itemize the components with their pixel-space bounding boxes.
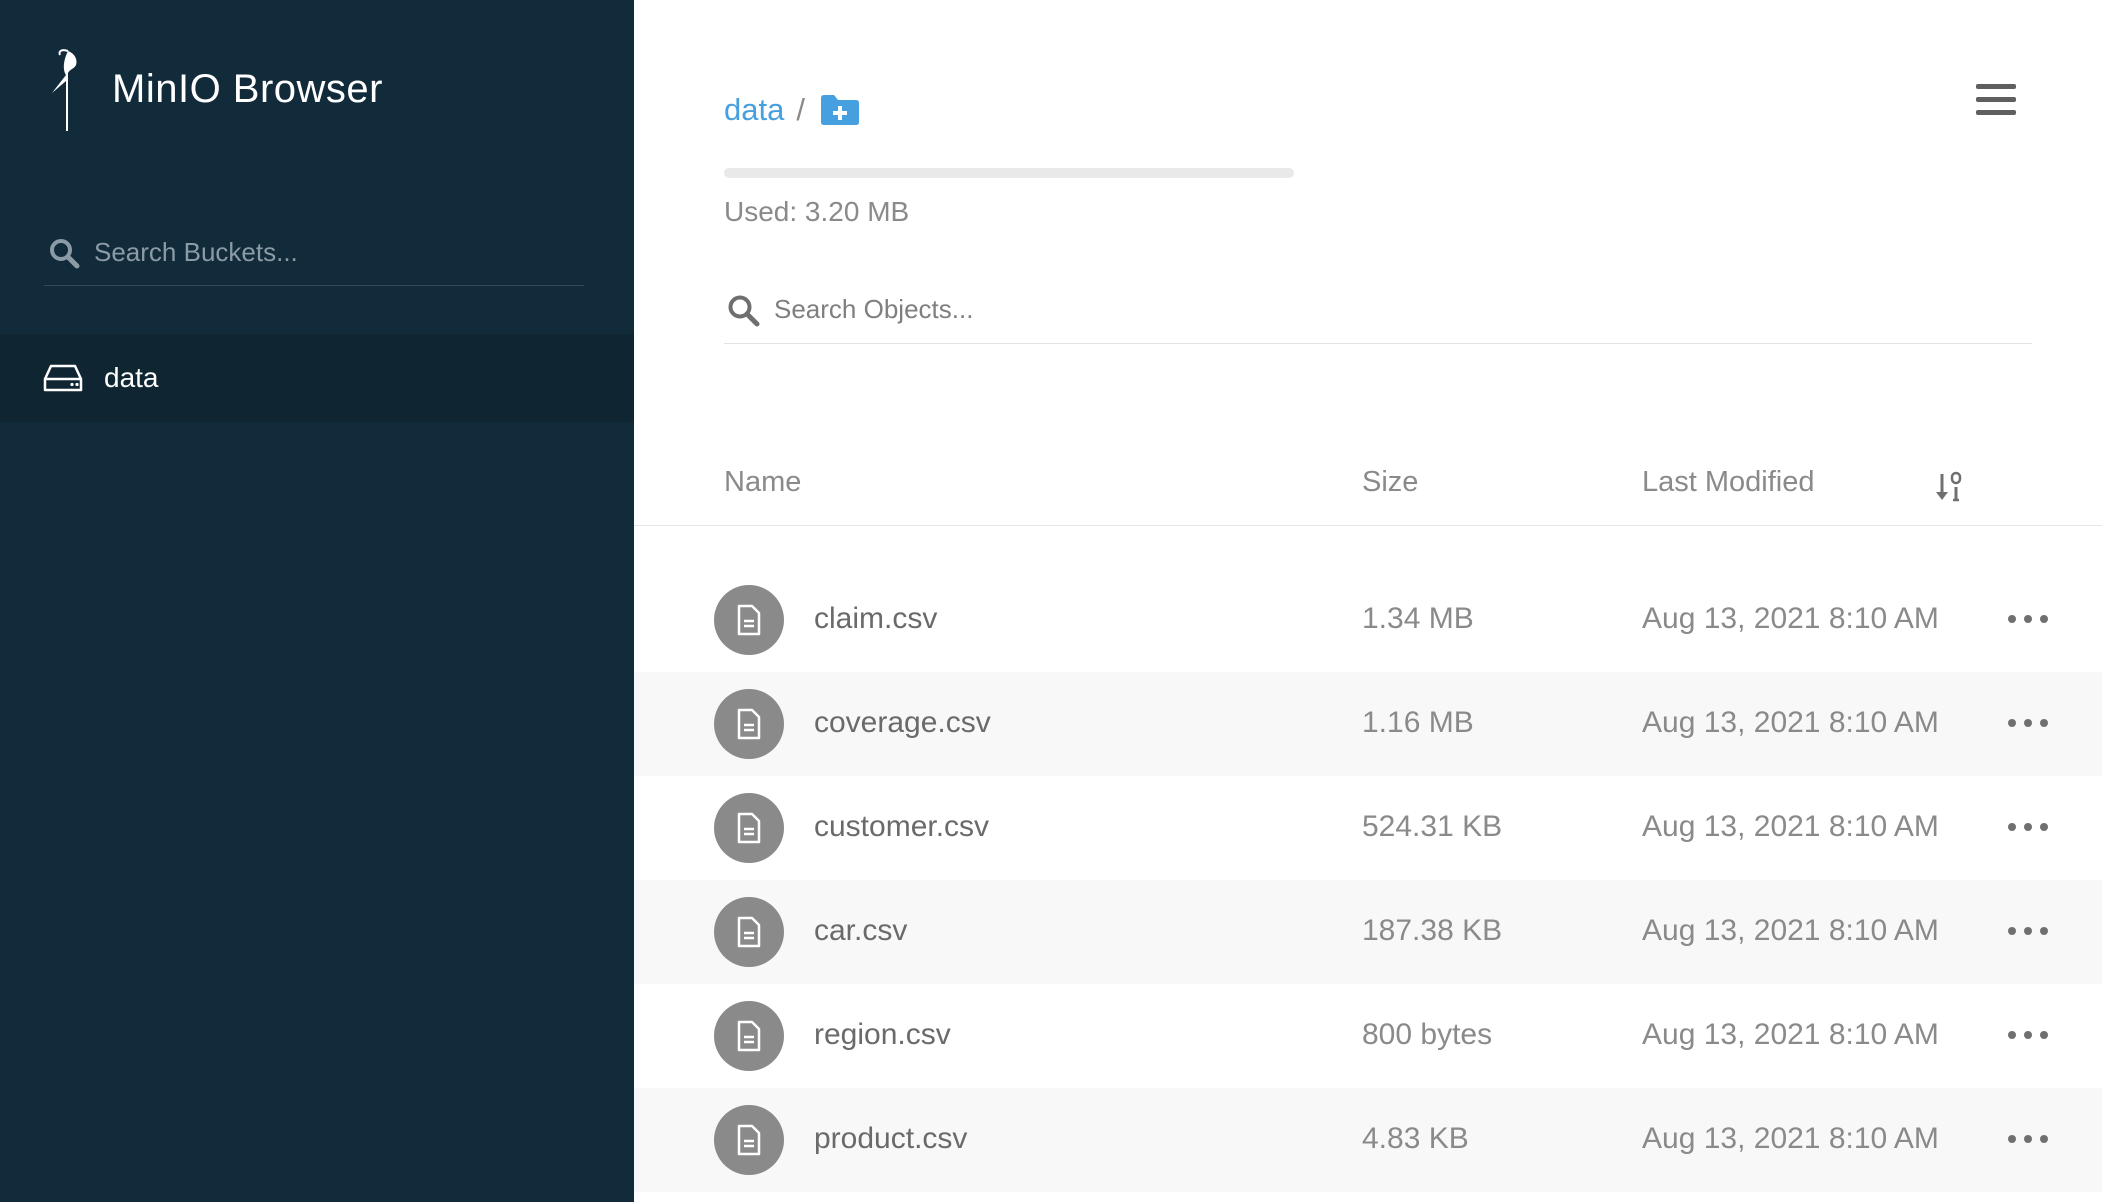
object-size: 524.31 KB [1362,810,1503,843]
sidebar-bucket-label: data [104,362,159,393]
object-name[interactable]: customer.csv [814,810,989,844]
object-search [724,276,2032,344]
object-size: 4.83 KB [1362,1122,1469,1155]
object-list: claim.csv 1.34 MB Aug 13, 2021 8:10 AM c… [634,568,2102,1192]
search-icon [728,295,760,326]
object-name[interactable]: product.csv [814,1122,967,1156]
folder-plus-icon[interactable] [819,93,861,127]
object-modified: Aug 13, 2021 8:10 AM [1642,1018,1939,1051]
table-row[interactable]: car.csv 187.38 KB Aug 13, 2021 8:10 AM [634,880,2102,984]
object-name[interactable]: car.csv [814,914,907,948]
file-icon[interactable] [714,689,784,759]
file-icon[interactable] [714,585,784,655]
ellipsis-icon[interactable] [2008,1020,2048,1050]
sidebar-bucket-data[interactable]: data [0,334,634,422]
object-size: 187.38 KB [1362,914,1503,947]
app-title: MinIO Browser [112,66,383,111]
hard-drive-icon [43,364,83,392]
main-content: data / Used: 3.20 MB Name Size Las [634,0,2102,1202]
ellipsis-icon[interactable] [2008,812,2048,842]
object-modified: Aug 13, 2021 8:10 AM [1642,706,1939,739]
file-icon[interactable] [714,1001,784,1071]
object-name[interactable]: claim.csv [814,602,937,636]
object-name[interactable]: coverage.csv [814,706,991,740]
object-name[interactable]: region.csv [814,1018,951,1052]
object-modified: Aug 13, 2021 8:10 AM [1642,810,1939,843]
object-size: 1.16 MB [1362,706,1474,739]
ellipsis-icon[interactable] [2008,1124,2048,1154]
sidebar: MinIO Browser data [0,0,634,1202]
object-size: 800 bytes [1362,1018,1493,1051]
table-header: Name Size Last Modified [634,452,2102,526]
bucket-search-input[interactable] [94,237,564,268]
app-root: MinIO Browser data data / [0,0,2102,1202]
breadcrumb-separator: / [796,92,805,127]
sort-icon[interactable] [1934,470,1964,504]
column-header-name[interactable]: Name [724,466,801,499]
object-size: 1.34 MB [1362,602,1474,635]
column-header-last-modified[interactable]: Last Modified [1642,466,1815,499]
ellipsis-icon[interactable] [2008,708,2048,738]
file-icon[interactable] [714,897,784,967]
ellipsis-icon[interactable] [2008,604,2048,634]
table-row[interactable]: customer.csv 524.31 KB Aug 13, 2021 8:10… [634,776,2102,880]
object-modified: Aug 13, 2021 8:10 AM [1642,1122,1939,1155]
ellipsis-icon[interactable] [2008,916,2048,946]
bucket-search [44,220,584,286]
breadcrumb-bucket-link[interactable]: data [724,92,784,128]
brand: MinIO Browser [40,44,383,134]
breadcrumb: data / [724,86,861,134]
file-icon[interactable] [714,1105,784,1175]
object-modified: Aug 13, 2021 8:10 AM [1642,914,1939,947]
column-header-size[interactable]: Size [1362,466,1418,499]
table-row[interactable]: product.csv 4.83 KB Aug 13, 2021 8:10 AM [634,1088,2102,1192]
object-search-input[interactable] [774,294,1974,325]
search-icon [50,238,80,268]
object-modified: Aug 13, 2021 8:10 AM [1642,602,1939,635]
minio-crane-icon [52,49,77,131]
table-row[interactable]: coverage.csv 1.16 MB Aug 13, 2021 8:10 A… [634,672,2102,776]
usage-text: Used: 3.20 MB [724,196,910,227]
hamburger-menu-icon[interactable] [1976,84,2016,124]
table-row[interactable]: region.csv 800 bytes Aug 13, 2021 8:10 A… [634,984,2102,1088]
file-icon[interactable] [714,793,784,863]
usage-bar [724,168,1294,178]
table-row[interactable]: claim.csv 1.34 MB Aug 13, 2021 8:10 AM [634,568,2102,672]
